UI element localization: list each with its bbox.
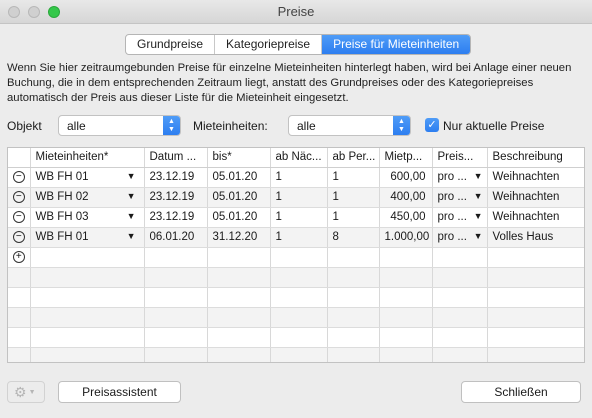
dropdown-arrow-icon[interactable]: ▼ (474, 171, 483, 181)
dropdown-arrow-icon[interactable]: ▼ (127, 231, 136, 241)
tab-kategoriepreise[interactable]: Kategoriepreise (215, 35, 323, 54)
gear-icon: ⚙ (14, 384, 27, 400)
mieteinheiten-label: Mieteinheiten: (193, 119, 268, 133)
tab-preise-fuer-mieteinheiten[interactable]: Preise für Mieteinheiten (322, 35, 471, 54)
prices-table: Mieteinheiten* Datum ... bis* ab Näc... … (7, 147, 585, 363)
remove-row-icon[interactable]: − (12, 230, 25, 243)
schliessen-button[interactable]: Schließen (461, 381, 581, 403)
to-cell[interactable]: 05.01.20 (207, 207, 271, 228)
window-title: Preise (277, 4, 315, 19)
table-row-empty (8, 327, 584, 348)
mieteinheiten-select[interactable]: alle ▲ ▼ (288, 115, 411, 136)
table-row: − WB FH 01 ▼ 23.12.19 05.01.20 1 1 600,00… (8, 167, 584, 188)
remove-row-icon[interactable]: − (12, 190, 25, 203)
from-cell[interactable]: 23.12.19 (144, 207, 208, 228)
unit-cell[interactable]: WB FH 02 ▼ (30, 187, 145, 208)
table-row-add: + (8, 247, 584, 268)
table-row: − WB FH 01 ▼ 06.01.20 31.12.20 1 8 1.000,… (8, 227, 584, 248)
tab-grundpreise[interactable]: Grundpreise (126, 35, 216, 54)
remove-row-icon[interactable]: − (12, 170, 25, 183)
dropdown-arrow-icon[interactable]: ▼ (474, 211, 483, 221)
to-cell[interactable]: 05.01.20 (207, 187, 271, 208)
unit-cell[interactable]: WB FH 01 ▼ (30, 227, 145, 248)
per-cell[interactable]: pro ... ▼ (432, 227, 488, 248)
desc-cell[interactable]: Weihnachten (487, 167, 584, 188)
dropdown-arrow-icon[interactable]: ▼ (474, 191, 483, 201)
from-cell[interactable]: 23.12.19 (144, 187, 208, 208)
nights-cell[interactable]: 1 (270, 187, 328, 208)
persons-cell[interactable]: 8 (327, 227, 380, 248)
dropdown-arrow-icon[interactable]: ▼ (127, 211, 136, 221)
preisassistent-button[interactable]: Preisassistent (58, 381, 181, 403)
filter-row: Objekt alle ▲ ▼ Mieteinheiten: alle ▲ ▼ ✓ … (0, 115, 592, 137)
persons-cell[interactable]: 1 (327, 207, 380, 228)
header-mieteinheiten[interactable]: Mieteinheiten* (30, 148, 145, 168)
header-preis-pro[interactable]: Preis... (432, 148, 488, 168)
title-bar: Preise (0, 0, 592, 24)
persons-cell[interactable]: 1 (327, 187, 380, 208)
header-control (8, 148, 31, 168)
info-text: Wenn Sie hier zeitraumgebunden Preise fü… (7, 62, 572, 104)
unit-cell[interactable]: WB FH 01 ▼ (30, 167, 145, 188)
header-datum[interactable]: Datum ... (144, 148, 208, 168)
dropdown-arrow-icon[interactable]: ▼ (474, 231, 483, 241)
dropdown-arrow-icon[interactable]: ▼ (127, 191, 136, 201)
objekt-value: alle (67, 119, 86, 133)
to-cell[interactable]: 31.12.20 (207, 227, 271, 248)
from-cell[interactable]: 23.12.19 (144, 167, 208, 188)
desc-cell[interactable]: Volles Haus (487, 227, 584, 248)
price-cell[interactable]: 450,00 (379, 207, 433, 228)
table-row: − WB FH 02 ▼ 23.12.19 05.01.20 1 1 400,00… (8, 187, 584, 208)
desc-cell[interactable]: Weihnachten (487, 207, 584, 228)
tab-bar: Grundpreise Kategoriepreise Preise für M… (125, 34, 472, 55)
table-header-row: Mieteinheiten* Datum ... bis* ab Näc... … (8, 148, 584, 168)
gear-menu-button[interactable]: ⚙ ▼ (7, 381, 45, 403)
per-cell[interactable]: pro ... ▼ (432, 207, 488, 228)
stepper-arrows-icon: ▲ ▼ (163, 116, 180, 135)
price-cell[interactable]: 600,00 (379, 167, 433, 188)
table-row-empty (8, 287, 584, 308)
price-cell[interactable]: 400,00 (379, 187, 433, 208)
per-cell[interactable]: pro ... ▼ (432, 167, 488, 188)
header-ab-naechte[interactable]: ab Näc... (270, 148, 328, 168)
aktuelle-preise-label[interactable]: Nur aktuelle Preise (443, 119, 544, 133)
persons-cell[interactable]: 1 (327, 167, 380, 188)
nights-cell[interactable]: 1 (270, 227, 328, 248)
stepper-arrows-icon: ▲ ▼ (393, 116, 410, 135)
dropdown-arrow-icon[interactable]: ▼ (127, 171, 136, 181)
objekt-label: Objekt (7, 119, 42, 133)
table-row-empty (8, 307, 584, 328)
chevron-down-icon: ▼ (28, 389, 36, 397)
table-row: − WB FH 03 ▼ 23.12.19 05.01.20 1 1 450,00… (8, 207, 584, 228)
add-row-icon[interactable]: + (12, 250, 25, 263)
aktuelle-preise-checkbox[interactable]: ✓ (425, 118, 439, 132)
unit-cell[interactable]: WB FH 03 ▼ (30, 207, 145, 228)
remove-row-icon[interactable]: − (12, 210, 25, 223)
nights-cell[interactable]: 1 (270, 207, 328, 228)
from-cell[interactable]: 06.01.20 (144, 227, 208, 248)
header-ab-personen[interactable]: ab Per... (327, 148, 380, 168)
header-bis[interactable]: bis* (207, 148, 271, 168)
nights-cell[interactable]: 1 (270, 167, 328, 188)
to-cell[interactable]: 05.01.20 (207, 167, 271, 188)
desc-cell[interactable]: Weihnachten (487, 187, 584, 208)
price-cell[interactable]: 1.000,00 (379, 227, 433, 248)
table-row-empty (8, 267, 584, 288)
objekt-select[interactable]: alle ▲ ▼ (58, 115, 181, 136)
header-mietpreis[interactable]: Mietp... (379, 148, 433, 168)
mieteinheiten-value: alle (297, 119, 316, 133)
header-beschreibung[interactable]: Beschreibung (487, 148, 584, 168)
per-cell[interactable]: pro ... ▼ (432, 187, 488, 208)
table-row-empty (8, 347, 584, 362)
